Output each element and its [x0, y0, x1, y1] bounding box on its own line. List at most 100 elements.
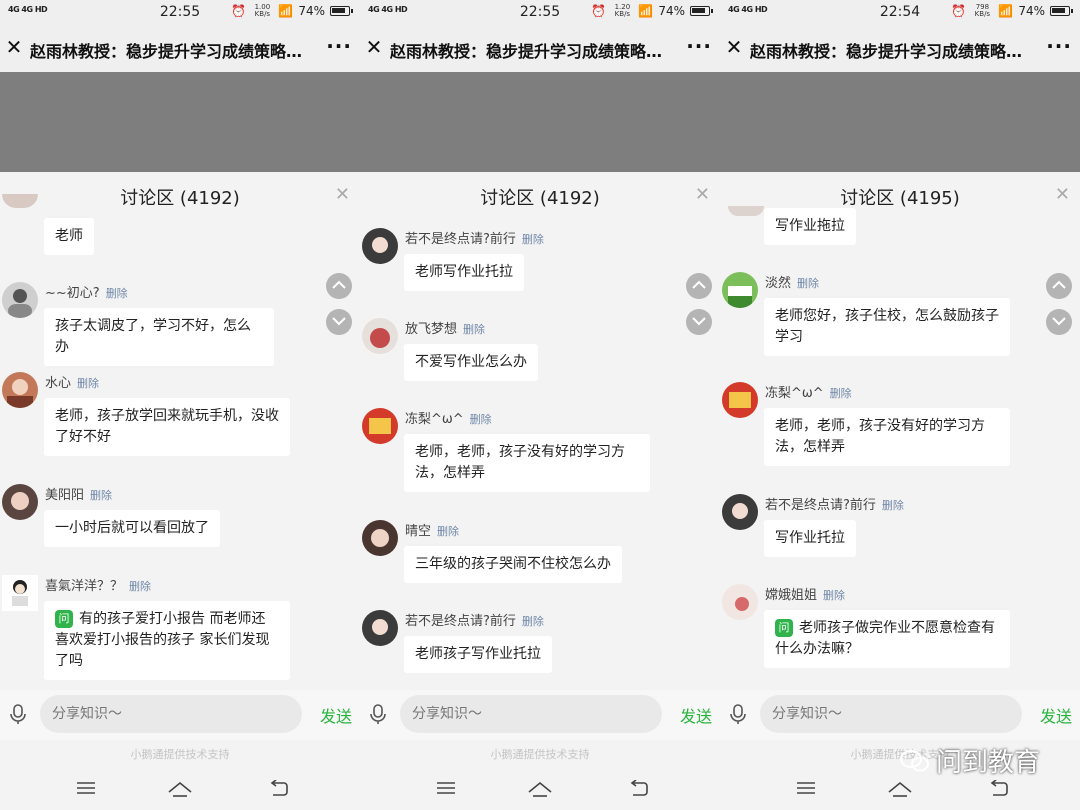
- scroll-down-button[interactable]: [686, 309, 712, 335]
- input-bar: 发送: [720, 690, 1080, 740]
- avatar: [722, 584, 758, 620]
- avatar: [362, 610, 398, 646]
- menu-icon[interactable]: [436, 780, 456, 796]
- close-icon[interactable]: ✕: [364, 35, 384, 59]
- discussion-title: 讨论区 (4192): [120, 188, 240, 209]
- watermark: 问到教育: [900, 742, 1040, 779]
- watermark-text: 问到教育: [936, 748, 1041, 778]
- close-icon[interactable]: ✕: [1055, 184, 1070, 205]
- avatar: [362, 318, 398, 354]
- scroll-up-button[interactable]: [1046, 273, 1072, 299]
- share-input[interactable]: [400, 695, 662, 733]
- message-bubble: 老师，老师，孩子没有好的学习方法，怎样弄: [764, 408, 1010, 466]
- message-bubble: 老师，孩子放学回来就玩手机，没收了好不好: [44, 398, 290, 456]
- back-icon[interactable]: [268, 780, 288, 798]
- delete-link[interactable]: 删除: [522, 233, 544, 246]
- send-button[interactable]: 发送: [1040, 703, 1072, 727]
- send-button[interactable]: 发送: [680, 703, 712, 727]
- microphone-icon[interactable]: [370, 704, 386, 724]
- message-bubble: 老师，老师，孩子没有好的学习方法，怎样弄: [404, 434, 650, 492]
- close-icon[interactable]: ✕: [335, 184, 350, 205]
- user-name: 放飞梦想 删除: [405, 322, 486, 337]
- delete-link[interactable]: 删除: [830, 387, 852, 400]
- net-speed: 798 KB/s: [974, 3, 991, 18]
- send-button[interactable]: 发送: [320, 703, 352, 727]
- input-bar: 发送: [0, 690, 360, 740]
- microphone-icon[interactable]: [10, 704, 26, 724]
- delete-link[interactable]: 删除: [437, 525, 459, 538]
- user-name: 若不是终点请?前行 删除: [405, 614, 544, 629]
- support-text: 小鹅通提供技术支持: [360, 740, 720, 770]
- close-icon[interactable]: ✕: [724, 35, 744, 59]
- discussion-sheet: 讨论区 (4192) ✕ 老师 ~~初心? 删除 孩子太调皮了，学习不好，怎么办 …: [0, 172, 360, 690]
- microphone-icon[interactable]: [730, 704, 746, 724]
- battery-percent: 74%: [1018, 4, 1045, 18]
- share-input[interactable]: [40, 695, 302, 733]
- video-player[interactable]: [720, 72, 1080, 172]
- discussion-sheet: 讨论区 (4192) ✕ 若不是终点请?前行 删除 老师写作业托拉 放飞梦想 删除 …: [360, 172, 720, 690]
- avatar: [722, 382, 758, 418]
- avatar: [2, 282, 38, 318]
- delete-link[interactable]: 删除: [882, 499, 904, 512]
- home-icon[interactable]: [527, 780, 553, 798]
- video-player[interactable]: [0, 72, 360, 172]
- delete-link[interactable]: 删除: [463, 323, 485, 336]
- system-nav-bar: [0, 770, 360, 810]
- user-name: 嫦娥姐姐 删除: [765, 588, 846, 603]
- close-icon[interactable]: ✕: [695, 184, 710, 205]
- delete-link[interactable]: 删除: [129, 580, 151, 593]
- menu-icon[interactable]: [76, 780, 96, 796]
- message-bubble: 老师您好，孩子住校，怎么鼓励孩子学习: [764, 298, 1010, 356]
- battery-percent: 74%: [298, 4, 325, 18]
- wifi-icon: 📶: [998, 4, 1014, 18]
- avatar: [722, 272, 758, 308]
- scroll-up-button[interactable]: [326, 273, 352, 299]
- wechat-icon: [900, 749, 929, 771]
- user-name: 美阳阳 删除: [45, 488, 113, 503]
- scroll-down-button[interactable]: [326, 309, 352, 335]
- delete-link[interactable]: 删除: [77, 377, 99, 390]
- scroll-up-button[interactable]: [686, 273, 712, 299]
- delete-link[interactable]: 删除: [106, 287, 128, 300]
- avatar: [362, 228, 398, 264]
- alarm-icon: ⏰: [951, 4, 967, 18]
- page-title: 赵雨林教授：稳步提升学习成绩策略…: [750, 42, 1023, 61]
- delete-link[interactable]: 删除: [797, 277, 819, 290]
- status-bar: 4G 4G HD 22:54 ⏰ 798 KB/s 📶 74%: [720, 0, 1080, 24]
- message-bubble: 老师写作业托拉: [404, 254, 524, 291]
- more-icon[interactable]: ···: [686, 34, 712, 58]
- phone-panel-3: 4G 4G HD 22:54 ⏰ 798 KB/s 📶 74% ✕ 赵雨林教授：…: [720, 0, 1080, 810]
- close-icon[interactable]: ✕: [4, 35, 24, 59]
- title-bar: ✕ 赵雨林教授：稳步提升学习成绩策略… ···: [0, 24, 360, 72]
- back-icon[interactable]: [628, 780, 648, 798]
- back-icon[interactable]: [988, 780, 1008, 798]
- home-icon[interactable]: [167, 780, 193, 798]
- user-name: 冻梨^ω^ 删除: [405, 412, 492, 427]
- message-bubble: 问有的孩子爱打小报告 而老师还喜欢爱打小报告的孩子 家长们发现了吗: [44, 601, 290, 680]
- support-text: 小鹅通提供技术支持: [0, 740, 360, 770]
- delete-link[interactable]: 删除: [823, 589, 845, 602]
- message-bubble: 老师孩子写作业托拉: [404, 636, 552, 673]
- delete-link[interactable]: 删除: [470, 413, 492, 426]
- wifi-icon: 📶: [638, 4, 654, 18]
- video-player[interactable]: [360, 72, 720, 172]
- more-icon[interactable]: ···: [326, 34, 352, 58]
- delete-link[interactable]: 删除: [90, 489, 112, 502]
- more-icon[interactable]: ···: [1046, 34, 1072, 58]
- message-bubble: 孩子太调皮了，学习不好，怎么办: [44, 308, 274, 366]
- message-bubble: 一小时后就可以看回放了: [44, 510, 220, 547]
- delete-link[interactable]: 删除: [522, 615, 544, 628]
- user-name: ~~初心? 删除: [45, 286, 128, 301]
- status-bar: 4G 4G HD 22:55 ⏰ 1.00 KB/s 📶 74%: [0, 0, 360, 24]
- discussion-title: 讨论区 (4195): [840, 188, 960, 209]
- menu-icon[interactable]: [796, 780, 816, 796]
- user-name: 冻梨^ω^ 删除: [765, 386, 852, 401]
- page-title: 赵雨林教授：稳步提升学习成绩策略…: [390, 42, 663, 61]
- home-icon[interactable]: [887, 780, 913, 798]
- share-input[interactable]: [760, 695, 1022, 733]
- phone-panel-2: 4G 4G HD 22:55 ⏰ 1.20 KB/s 📶 74% ✕ 赵雨林教授…: [360, 0, 720, 810]
- net-speed: 1.00 KB/s: [254, 3, 271, 18]
- title-bar: ✕ 赵雨林教授：稳步提升学习成绩策略… ···: [720, 24, 1080, 72]
- scroll-down-button[interactable]: [1046, 309, 1072, 335]
- page-title: 赵雨林教授：稳步提升学习成绩策略…: [30, 42, 303, 61]
